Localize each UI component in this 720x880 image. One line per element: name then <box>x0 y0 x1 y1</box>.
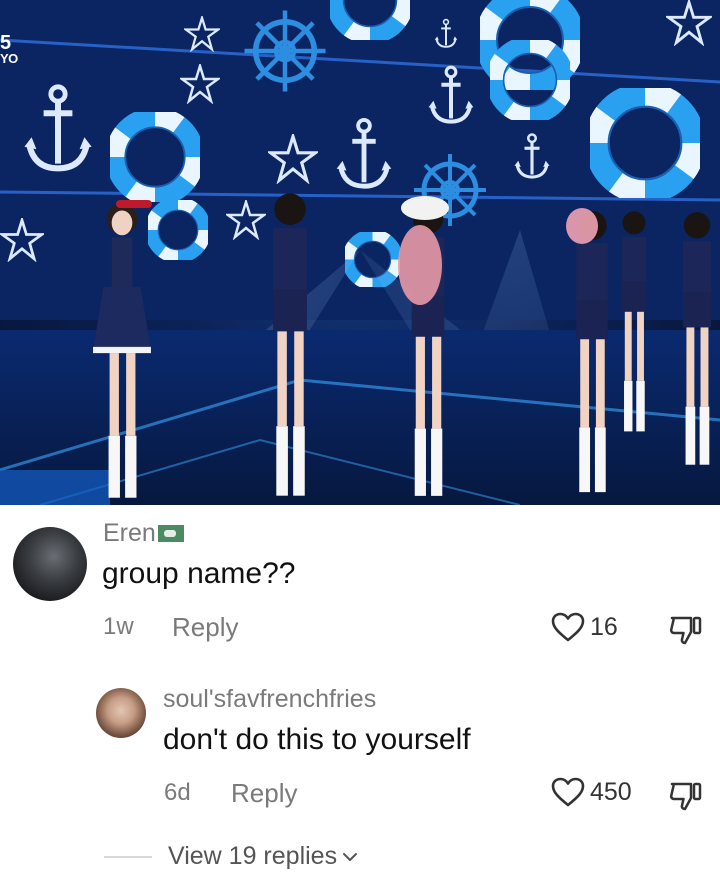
comments-section: Eren group name?? 1w Reply 16 soul'sfavf… <box>0 505 720 880</box>
comment-username[interactable]: Eren <box>103 519 184 548</box>
app-frame: 5 YO Eren group name?? 1w Reply 16 soul'… <box>0 0 720 880</box>
channel-logo-text: YO <box>0 51 18 66</box>
channel-logo: 5 YO <box>0 32 18 66</box>
thumbs-down-icon <box>669 782 702 811</box>
flag-icon <box>157 525 184 542</box>
heart-icon <box>551 777 585 807</box>
avatar[interactable] <box>96 688 146 738</box>
comment-timestamp: 1w <box>103 613 134 640</box>
thumbs-down-icon <box>669 616 702 645</box>
like-button[interactable]: 450 <box>550 776 632 808</box>
view-replies-label: View 19 replies <box>168 842 338 870</box>
dislike-button[interactable] <box>668 612 704 651</box>
reply-button[interactable]: Reply <box>172 612 238 643</box>
view-replies-button[interactable]: View 19 replies <box>104 842 358 871</box>
avatar[interactable] <box>13 527 87 601</box>
replies-divider <box>104 855 152 858</box>
channel-logo-mark: 5 <box>0 32 11 54</box>
video-player[interactable]: 5 YO <box>0 0 720 505</box>
like-count: 450 <box>590 777 632 806</box>
comment-text: don't do this to yourself <box>163 723 471 756</box>
like-button[interactable]: 16 <box>550 611 618 643</box>
username-text: Eren <box>103 519 156 547</box>
stage-backdrop <box>0 0 720 505</box>
chevron-down-icon <box>343 852 358 861</box>
reply-button[interactable]: Reply <box>231 778 297 809</box>
dislike-button[interactable] <box>668 778 704 817</box>
comment-text: group name?? <box>102 557 296 590</box>
like-count: 16 <box>590 612 618 641</box>
comment-username[interactable]: soul'sfavfrenchfries <box>163 685 376 714</box>
heart-icon <box>551 612 585 642</box>
comment-timestamp: 6d <box>164 779 191 806</box>
